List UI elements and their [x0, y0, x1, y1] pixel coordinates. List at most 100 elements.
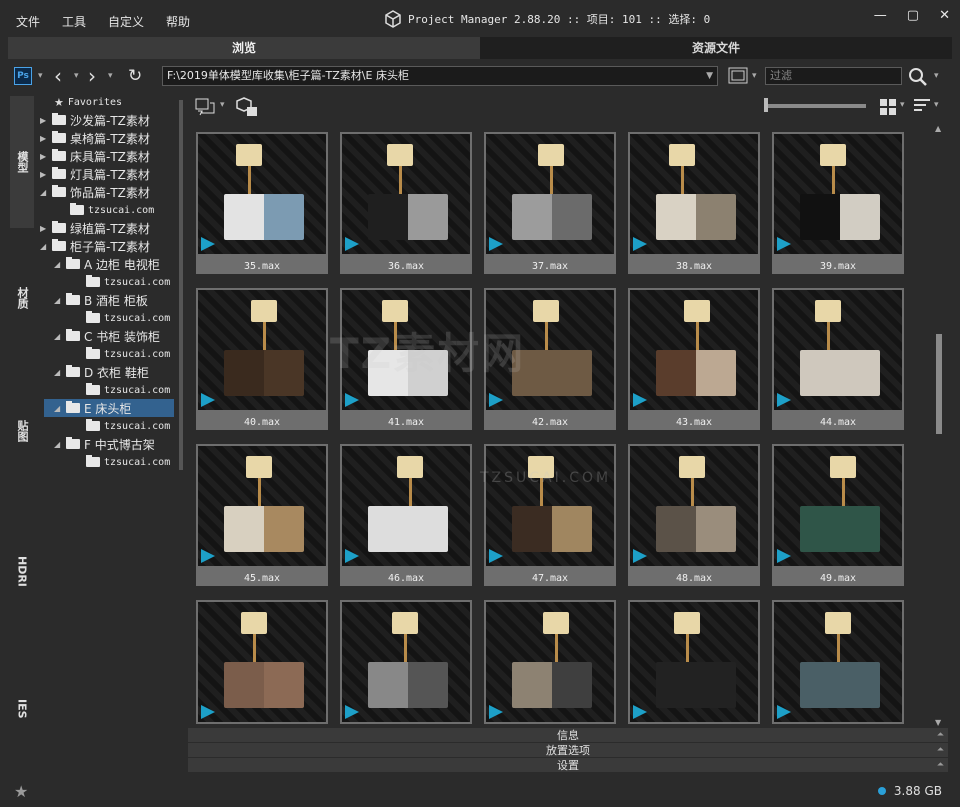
- tree-item[interactable]: tzsucai.com: [86, 381, 170, 399]
- sync-icon[interactable]: [194, 97, 216, 117]
- thumbnail-tile[interactable]: [340, 600, 472, 724]
- tree-scrollbar[interactable]: [179, 100, 183, 470]
- preview-dropdown-icon[interactable]: ▾: [752, 71, 757, 81]
- scroll-thumb[interactable]: [936, 334, 942, 434]
- expand-arrow-icon[interactable]: ▶: [40, 170, 48, 179]
- back-dropdown-icon[interactable]: ▾: [74, 71, 79, 81]
- tree-item[interactable]: ▶ 床具篇-TZ素材: [40, 147, 150, 165]
- path-field[interactable]: F:\2019单体模型库收集\柜子篇-TZ素材\E 床头柜 ▼: [162, 66, 718, 86]
- thumbnail-tile[interactable]: 44.max: [772, 288, 904, 430]
- forward-arrow-icon[interactable]: ›: [88, 64, 96, 88]
- search-dropdown-icon[interactable]: ▾: [934, 71, 939, 81]
- expand-arrow-icon[interactable]: ▶: [40, 224, 48, 233]
- tab-browse[interactable]: 浏览: [8, 37, 480, 59]
- expand-icon[interactable]: ⏶: [937, 728, 944, 743]
- menu-tools[interactable]: 工具: [62, 13, 86, 30]
- panel-settings[interactable]: 设置 ⏶: [188, 758, 948, 773]
- thumbnail-tile[interactable]: [484, 600, 616, 724]
- tree-item[interactable]: ▶ 桌椅篇-TZ素材: [40, 129, 150, 147]
- forward-dropdown-icon[interactable]: ▾: [108, 71, 113, 81]
- thumbnail-tile[interactable]: 45.max: [196, 444, 328, 586]
- collapse-arrow-icon[interactable]: ◢: [54, 440, 62, 449]
- refresh-icon[interactable]: ↻: [128, 66, 142, 86]
- path-dropdown-icon[interactable]: ▼: [706, 67, 713, 85]
- tree-item[interactable]: ◢ C 书柜 装饰柜: [54, 327, 160, 345]
- tree-item[interactable]: ◢ F 中式博古架: [54, 435, 155, 453]
- panel-info[interactable]: 信息 ⏶: [188, 728, 948, 743]
- scroll-down-icon[interactable]: ▼: [935, 718, 941, 727]
- slider-knob[interactable]: [764, 98, 768, 112]
- view-dropdown-icon[interactable]: ▾: [900, 100, 905, 110]
- thumbnail-tile[interactable]: 36.max: [340, 132, 472, 274]
- thumbnail-tile[interactable]: 46.max: [340, 444, 472, 586]
- minimize-icon[interactable]: —: [874, 8, 887, 23]
- thumbnail-tile[interactable]: 48.max: [628, 444, 760, 586]
- sync-dropdown-icon[interactable]: ▾: [220, 100, 225, 110]
- thumbnail-tile[interactable]: 42.max: [484, 288, 616, 430]
- collapse-arrow-icon[interactable]: ◢: [54, 404, 62, 413]
- collapse-arrow-icon[interactable]: ◢: [40, 188, 48, 197]
- collapse-arrow-icon[interactable]: ◢: [54, 296, 62, 305]
- expand-icon[interactable]: ⏶: [937, 743, 944, 758]
- close-icon[interactable]: ✕: [939, 8, 950, 23]
- back-arrow-icon[interactable]: ‹: [54, 64, 62, 88]
- favorite-star-icon[interactable]: ★: [14, 782, 28, 801]
- collapse-arrow-icon[interactable]: ◢: [54, 260, 62, 269]
- tree-item[interactable]: tzsucai.com: [86, 453, 170, 471]
- maximize-icon[interactable]: ▢: [907, 8, 919, 23]
- thumbnail-tile[interactable]: 49.max: [772, 444, 904, 586]
- panel-placement-options[interactable]: 放置选项 ⏶: [188, 743, 948, 758]
- grid-scrollbar[interactable]: ▲ ▼: [935, 124, 943, 728]
- ps-dropdown-icon[interactable]: ▾: [38, 71, 43, 81]
- menu-file[interactable]: 文件: [16, 13, 40, 30]
- thumbnail-tile[interactable]: [772, 600, 904, 724]
- tree-item[interactable]: ◢ A 边柜 电视柜: [54, 255, 160, 273]
- tree-item[interactable]: ◢ 柜子篇-TZ素材: [40, 237, 150, 255]
- tree-item[interactable]: tzsucai.com: [86, 309, 170, 327]
- photoshop-icon[interactable]: Ps: [14, 67, 32, 85]
- thumbnail-size-slider[interactable]: [766, 104, 866, 108]
- tree-item[interactable]: tzsucai.com: [86, 273, 170, 291]
- scroll-up-icon[interactable]: ▲: [935, 124, 941, 133]
- tree-item[interactable]: ◢ B 酒柜 柜板: [54, 291, 148, 309]
- thumbnail-tile[interactable]: 38.max: [628, 132, 760, 274]
- thumbnail-tile[interactable]: 35.max: [196, 132, 328, 274]
- tree-item[interactable]: tzsucai.com: [86, 417, 170, 435]
- preview-toggle-icon[interactable]: [728, 67, 750, 85]
- tree-item[interactable]: ◢ 饰品篇-TZ素材: [40, 183, 150, 201]
- tab-models[interactable]: 模型: [10, 96, 34, 228]
- thumbnail-tile[interactable]: 40.max: [196, 288, 328, 430]
- tree-item[interactable]: ▶ 沙发篇-TZ素材: [40, 111, 150, 129]
- tree-item[interactable]: ◢ D 衣柜 鞋柜: [54, 363, 149, 381]
- menu-customize[interactable]: 自定义: [108, 13, 144, 30]
- collapse-arrow-icon[interactable]: ◢: [54, 332, 62, 341]
- tab-resources[interactable]: 资源文件: [480, 37, 952, 59]
- tree-item[interactable]: ▶ 灯具篇-TZ素材: [40, 165, 150, 183]
- expand-arrow-icon[interactable]: ▶: [40, 152, 48, 161]
- thumbnail-tile[interactable]: 47.max: [484, 444, 616, 586]
- thumbnail-tile[interactable]: 41.max: [340, 288, 472, 430]
- package-icon[interactable]: [236, 96, 260, 118]
- collapse-arrow-icon[interactable]: ◢: [54, 368, 62, 377]
- menu-help[interactable]: 帮助: [166, 13, 190, 30]
- tree-item-selected[interactable]: ◢ E 床头柜: [44, 399, 174, 417]
- tab-materials[interactable]: 材质: [10, 236, 34, 360]
- thumbnail-tile[interactable]: 43.max: [628, 288, 760, 430]
- thumbnail-tile[interactable]: 37.max: [484, 132, 616, 274]
- tree-item[interactable]: ▶ 绿植篇-TZ素材: [40, 219, 150, 237]
- tab-textures[interactable]: 贴图: [10, 366, 34, 496]
- collapse-arrow-icon[interactable]: ◢: [40, 242, 48, 251]
- sort-dropdown-icon[interactable]: ▾: [934, 100, 939, 110]
- search-icon[interactable]: [908, 67, 928, 87]
- expand-arrow-icon[interactable]: ▶: [40, 116, 48, 125]
- sort-icon[interactable]: [914, 98, 932, 114]
- grid-view-icon[interactable]: [880, 99, 896, 115]
- thumbnail-tile[interactable]: [628, 600, 760, 724]
- tab-hdri[interactable]: HDRI: [10, 506, 34, 636]
- expand-arrow-icon[interactable]: ▶: [40, 134, 48, 143]
- expand-icon[interactable]: ⏶: [937, 758, 944, 773]
- tab-ies[interactable]: IES: [10, 646, 34, 772]
- tree-item[interactable]: tzsucai.com: [86, 345, 170, 363]
- thumbnail-tile[interactable]: 39.max: [772, 132, 904, 274]
- tree-item-favorites[interactable]: ★ Favorites: [54, 93, 122, 111]
